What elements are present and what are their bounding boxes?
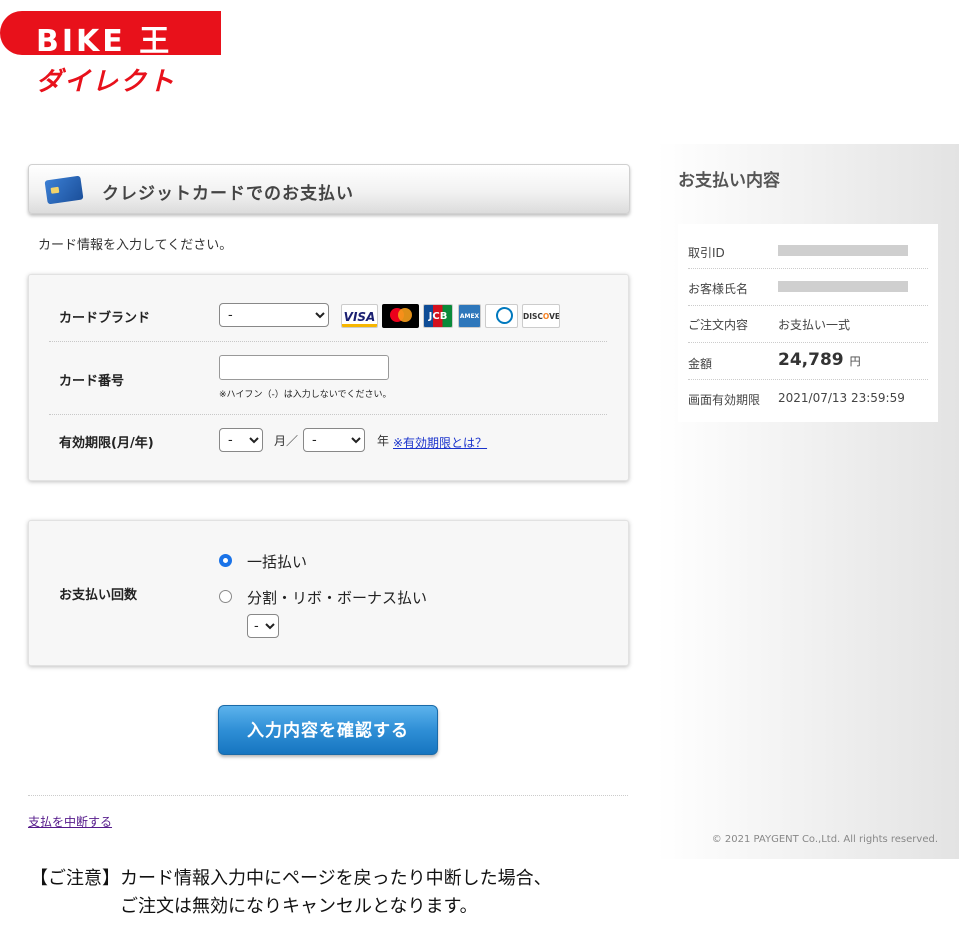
summary-row-order: ご注文内容 お支払い一式 [688, 305, 928, 343]
screen-expiry-value: 2021/07/13 23:59:59 [778, 391, 905, 405]
lump-sum-label[interactable]: 一括払い [247, 551, 307, 572]
order-value: お支払い一式 [778, 318, 851, 332]
card-number-label: カード番号 [59, 374, 125, 389]
transaction-id-redacted [778, 245, 908, 256]
confirm-button[interactable]: 入力内容を確認する [218, 705, 438, 755]
notice-line-2: ご注文は無効になりキャンセルとなります。 [120, 896, 478, 917]
logo-sub-text: ダイレクト [36, 67, 177, 97]
expiry-help-link[interactable]: ※有効期限とは？ [393, 434, 487, 451]
discover-logo-icon: DISCOVER [522, 304, 560, 328]
expiry-label: 有効期限(月/年) [59, 436, 154, 451]
visa-logo-icon: VISA [341, 304, 378, 328]
instruction-text: カード情報を入力してください。 [38, 238, 233, 253]
summary-title: お支払い内容 [678, 171, 780, 191]
split-payment-label[interactable]: 分割・リボ・ボーナス払い [247, 587, 427, 608]
cancel-payment-link[interactable]: 支払を中断する [28, 813, 112, 830]
summary-row-amount: 金額 24,789 円 [688, 342, 928, 380]
diners-club-logo-icon [485, 304, 518, 328]
bike-o-direct-logo: BIKE 王 ダイレクト [0, 11, 222, 97]
expiry-month-select[interactable]: - [219, 428, 263, 452]
mastercard-logo-icon [382, 304, 419, 328]
amount-label: 金額 [688, 357, 713, 371]
card-number-hint: ※ハイフン（-）は入力しないでください。 [219, 390, 392, 400]
amex-logo-icon: AMEX [458, 304, 481, 328]
logo-red-band: BIKE 王 [0, 11, 221, 59]
summary-box: 取引ID お客様氏名 ご注文内容 お支払い一式 金額 24,789 円 画面有効期… [678, 224, 938, 422]
split-count-select[interactable]: - [247, 614, 279, 638]
payment-count-panel: お支払い回数 一括払い 分割・リボ・ボーナス払い - [28, 520, 629, 666]
payment-count-label: お支払い回数 [59, 588, 138, 603]
page-title: クレジットカードでのお支払い [102, 184, 354, 204]
split-payment-radio[interactable] [219, 590, 232, 603]
order-label: ご注文内容 [688, 318, 749, 332]
summary-row-expiry: 画面有効期限 2021/07/13 23:59:59 [688, 379, 928, 416]
expiry-year-select[interactable]: - [303, 428, 365, 452]
summary-row-customer: お客様氏名 [688, 268, 928, 306]
summary-row-transaction-id: 取引ID [688, 231, 928, 269]
expiry-year-unit: 年 [377, 434, 390, 448]
amount-unit: 円 [849, 355, 861, 368]
screen-expiry-label: 画面有効期限 [688, 393, 761, 407]
customer-name-redacted [778, 281, 908, 292]
expiry-month-unit: 月／ [274, 434, 299, 448]
notice-line-1: 【ご注意】カード情報入力中にページを戻ったり中断した場合、 [30, 868, 552, 889]
transaction-id-label: 取引ID [688, 246, 725, 260]
card-info-panel: カードブランド - VISA JCB AMEX DISCOVER カード番号 ※… [28, 274, 629, 481]
amount-value: 24,789 [778, 350, 844, 370]
customer-name-label: お客様氏名 [688, 282, 749, 296]
divider [49, 341, 607, 342]
logo-brand-text: BIKE 王 [36, 24, 173, 59]
card-number-input[interactable] [219, 355, 389, 380]
credit-card-icon [44, 175, 84, 205]
copyright-text: © 2021 PAYGENT Co.,Ltd. All rights reser… [711, 834, 938, 845]
lump-sum-radio[interactable] [219, 554, 232, 567]
divider [49, 414, 607, 415]
divider [28, 795, 628, 796]
jcb-logo-icon: JCB [423, 304, 453, 328]
payment-header: クレジットカードでのお支払い [28, 164, 630, 214]
payment-summary-sidebar: お支払い内容 取引ID お客様氏名 ご注文内容 お支払い一式 金額 24,789… [657, 144, 959, 859]
amount-value-group: 24,789 円 [778, 350, 861, 370]
card-brand-select[interactable]: - [219, 303, 329, 327]
card-brand-label: カードブランド [59, 311, 151, 326]
